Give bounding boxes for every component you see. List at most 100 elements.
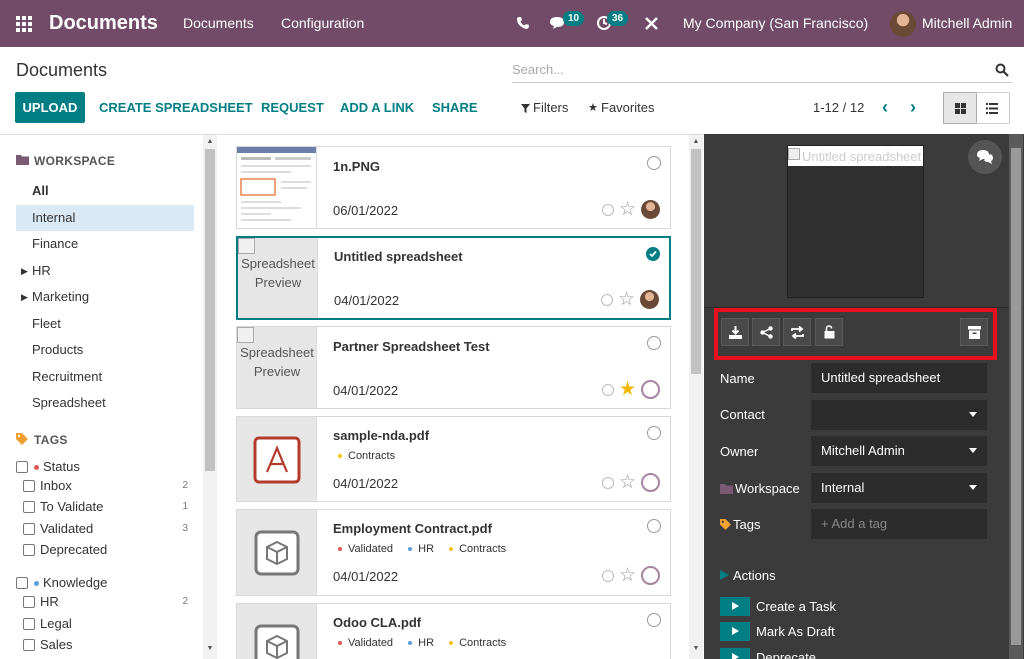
- card-actions: ☆: [601, 290, 661, 310]
- mark-as-draft-action-label[interactable]: Mark As Draft: [756, 624, 835, 639]
- favorite-star-icon[interactable]: ☆: [619, 473, 636, 493]
- company-switcher[interactable]: My Company (San Francisco): [683, 0, 868, 47]
- share-button[interactable]: SHARE: [432, 92, 478, 123]
- create-task-action-button[interactable]: [720, 597, 750, 616]
- select-radio[interactable]: [647, 426, 661, 440]
- user-menu[interactable]: Mitchell Admin: [922, 0, 1012, 47]
- workspace-item-products[interactable]: Products: [16, 337, 194, 363]
- name-field[interactable]: Untitled spreadsheet: [811, 363, 987, 393]
- phone-icon[interactable]: [516, 16, 530, 30]
- star-icon: ★: [588, 102, 598, 114]
- search-input[interactable]: [512, 57, 982, 81]
- select-radio[interactable]: [647, 613, 661, 627]
- kanban-scroll-thumb[interactable]: [691, 149, 701, 374]
- tag-inbox-checkbox[interactable]: [23, 480, 35, 492]
- deprecate-action-label[interactable]: Deprecate: [756, 650, 816, 659]
- pager-previous-icon[interactable]: ‹: [877, 98, 893, 116]
- workspace-item-label: Fleet: [32, 316, 61, 331]
- favorite-star-icon[interactable]: ☆: [619, 200, 636, 220]
- app-name[interactable]: Documents: [49, 0, 158, 47]
- menu-configuration[interactable]: Configuration: [281, 0, 364, 47]
- tag-group-status-checkbox[interactable]: [16, 461, 28, 473]
- document-card[interactable]: 1n.PNG 06/01/2022 ☆: [236, 146, 671, 229]
- tag-legal-checkbox[interactable]: [23, 618, 35, 630]
- list-view-button[interactable]: [976, 92, 1010, 124]
- activity-clock-icon[interactable]: [601, 294, 613, 306]
- document-name[interactable]: Odoo CLA.pdf: [333, 615, 421, 630]
- inspector-scroll-thumb[interactable]: [1011, 148, 1021, 645]
- deprecate-action-button[interactable]: [720, 648, 750, 659]
- create-task-action-label[interactable]: Create a Task: [756, 599, 836, 614]
- activity-clock-icon[interactable]: [602, 384, 614, 396]
- tag-group-knowledge-checkbox[interactable]: [16, 577, 28, 589]
- tag-hr-checkbox[interactable]: [23, 596, 35, 608]
- mark-as-draft-action-button[interactable]: [720, 622, 750, 641]
- actions-expand-icon[interactable]: [720, 570, 729, 580]
- upload-button[interactable]: UPLOAD: [15, 92, 85, 123]
- workspace-field[interactable]: Internal: [811, 473, 987, 503]
- activity-clock-icon[interactable]: [602, 204, 614, 216]
- menu-documents[interactable]: Documents: [183, 0, 254, 47]
- user-avatar[interactable]: [890, 11, 916, 37]
- pager-value[interactable]: 1-12 / 12: [813, 100, 864, 115]
- apps-menu-icon[interactable]: [16, 16, 32, 32]
- scroll-up-icon[interactable]: ▲: [691, 138, 701, 145]
- search-icon[interactable]: [995, 63, 1009, 77]
- workspace-item-finance[interactable]: Finance: [16, 231, 194, 257]
- document-preview[interactable]: Untitled spreadsheet: [788, 146, 923, 297]
- favorite-star-icon[interactable]: ☆: [618, 290, 635, 310]
- tag-to-validate-checkbox[interactable]: [23, 501, 35, 513]
- pager-next-icon[interactable]: ›: [905, 98, 921, 116]
- selected-check-icon[interactable]: [646, 247, 660, 261]
- spreadsheet-thumbnail: Spreadsheet Preview: [237, 327, 317, 408]
- actions-heading[interactable]: Actions: [733, 568, 776, 583]
- sidebar-scroll-thumb[interactable]: [205, 149, 215, 471]
- workspace-item-hr[interactable]: ▶ HR: [16, 258, 194, 284]
- select-radio[interactable]: [647, 156, 661, 170]
- kanban-view-button[interactable]: [943, 92, 977, 124]
- favorite-star-filled-icon[interactable]: ★: [619, 380, 636, 400]
- activities-count-badge: 36: [607, 11, 629, 26]
- add-a-link-button[interactable]: ADD A LINK: [340, 92, 414, 123]
- tag-icon: [720, 519, 731, 530]
- document-name[interactable]: Partner Spreadsheet Test: [333, 339, 490, 354]
- document-card[interactable]: Spreadsheet Preview Partner Spreadsheet …: [236, 326, 671, 409]
- document-name[interactable]: Untitled spreadsheet: [334, 249, 463, 264]
- owner-field[interactable]: Mitchell Admin: [811, 436, 987, 466]
- activity-clock-icon[interactable]: [602, 477, 614, 489]
- document-card-selected[interactable]: Spreadsheet Preview Untitled spreadsheet…: [236, 236, 671, 320]
- tags-input[interactable]: + Add a tag: [811, 509, 987, 539]
- thumbnail-text: Spreadsheet Preview: [240, 345, 314, 379]
- contact-field[interactable]: [811, 400, 987, 430]
- select-radio[interactable]: [647, 519, 661, 533]
- document-name[interactable]: Employment Contract.pdf: [333, 521, 492, 536]
- tag-validated-checkbox[interactable]: [23, 523, 35, 535]
- caret-right-icon[interactable]: ▶: [21, 284, 28, 310]
- knowledge-dot-icon: [34, 581, 39, 587]
- scroll-up-icon[interactable]: ▲: [205, 138, 215, 145]
- select-radio[interactable]: [647, 336, 661, 350]
- document-name[interactable]: sample-nda.pdf: [333, 428, 429, 443]
- scroll-down-icon[interactable]: ▼: [691, 645, 701, 652]
- document-name[interactable]: 1n.PNG: [333, 159, 380, 174]
- tag-deprecated-checkbox[interactable]: [23, 544, 35, 556]
- workspace-item-all[interactable]: All: [16, 178, 194, 204]
- favorite-star-icon[interactable]: ☆: [619, 566, 636, 586]
- workspace-item-recruitment[interactable]: Recruitment: [16, 364, 194, 390]
- workspace-item-label: All: [32, 183, 49, 198]
- workspace-item-internal[interactable]: Internal: [16, 205, 194, 231]
- caret-right-icon[interactable]: ▶: [21, 258, 28, 284]
- workspace-item-spreadsheet[interactable]: Spreadsheet: [16, 390, 194, 416]
- workspace-item-marketing[interactable]: ▶ Marketing: [16, 284, 194, 310]
- tag-sales-checkbox[interactable]: [23, 639, 35, 651]
- chatter-toggle-button[interactable]: [968, 140, 1002, 174]
- debug-tools-icon[interactable]: [645, 17, 658, 30]
- workspace-item-fleet[interactable]: Fleet: [16, 311, 194, 337]
- scroll-down-icon[interactable]: ▼: [205, 645, 215, 652]
- create-spreadsheet-button[interactable]: CREATE SPREADSHEET: [99, 92, 253, 123]
- document-card[interactable]: sample-nda.pdf Contracts 04/01/2022 ☆: [236, 416, 671, 502]
- document-card[interactable]: Employment Contract.pdf Validated HR Con…: [236, 509, 671, 596]
- activity-clock-icon[interactable]: [602, 570, 614, 582]
- document-card[interactable]: Odoo CLA.pdf Validated HR Contracts: [236, 603, 671, 659]
- request-button[interactable]: REQUEST: [261, 92, 324, 123]
